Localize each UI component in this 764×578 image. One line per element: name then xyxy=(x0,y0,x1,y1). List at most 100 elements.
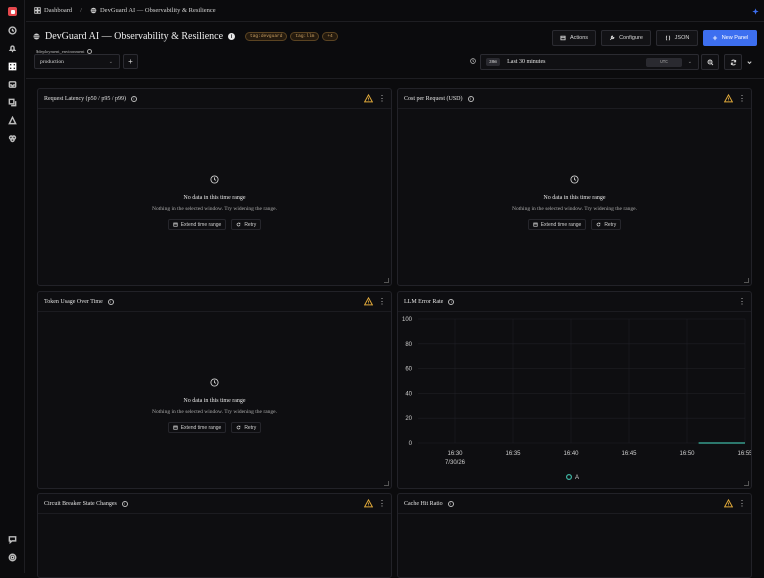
empty-state-subtitle: Nothing in the selected window. Try wide… xyxy=(512,206,637,212)
panel-menu-icon[interactable]: ⋮ xyxy=(738,94,746,103)
warning-icon[interactable] xyxy=(364,499,373,508)
page-title: DevGuard AI — Observability & Resilience xyxy=(45,31,224,42)
panel-title: Circuit Breaker State Changes xyxy=(44,500,117,507)
warning-icon[interactable] xyxy=(724,499,733,508)
retry-label: Retry xyxy=(604,221,617,228)
plus-icon xyxy=(712,35,717,41)
zoom-out-button[interactable] xyxy=(701,54,719,70)
panel-menu-icon[interactable]: ⋮ xyxy=(378,94,386,103)
sidebar xyxy=(0,0,25,573)
resize-handle[interactable] xyxy=(744,278,749,283)
chevron-down-icon: ⌄ xyxy=(687,60,692,65)
retry-button[interactable]: Retry xyxy=(231,219,262,230)
breadcrumb-current: DevGuard AI — Observability & Resilience xyxy=(99,7,216,14)
braces-icon xyxy=(665,35,670,41)
info-icon[interactable]: i xyxy=(447,500,454,507)
add-variable-button[interactable]: + xyxy=(123,54,138,69)
info-icon[interactable]: i xyxy=(107,298,114,305)
y-tick-label: 80 xyxy=(405,342,412,348)
globe-icon xyxy=(90,7,97,14)
extend-time-range-button[interactable]: Extend time range xyxy=(167,219,227,230)
panel-cost-per-request: Cost per Request (USD) i ⋮ No data in th… xyxy=(397,88,752,286)
info-icon[interactable]: i xyxy=(467,95,474,102)
explore-icon[interactable] xyxy=(8,98,17,107)
resize-handle[interactable] xyxy=(384,278,389,283)
integrations-icon[interactable] xyxy=(8,134,17,143)
extend-time-range-label: Extend time range xyxy=(540,221,582,228)
breadcrumb-separator: / xyxy=(80,7,82,14)
retry-button[interactable]: Retry xyxy=(591,219,622,230)
warning-icon[interactable] xyxy=(724,94,733,103)
breadcrumb-dashboard-link[interactable]: Dashboard xyxy=(44,7,72,14)
resize-handle[interactable] xyxy=(384,481,389,486)
panel-menu-icon[interactable]: ⋮ xyxy=(378,499,386,508)
retry-button[interactable]: Retry xyxy=(231,422,262,433)
llm-error-rate-chart: 0 20 40 60 80 100 16:30 7/30/26 16:35 16:40 16:45 1… xyxy=(402,317,751,481)
time-range-picker[interactable]: 30m Last 30 minutes UTC ⌄ xyxy=(480,54,699,70)
legend-label: A xyxy=(575,475,579,481)
timezone-badge[interactable]: UTC xyxy=(646,58,682,67)
panel-llm-error-rate: LLM Error Rate i ⋮ 0 20 40 60 80 100 16:30 7/30… xyxy=(397,291,752,489)
info-icon[interactable]: i xyxy=(121,500,128,507)
panel-menu-icon[interactable]: ⋮ xyxy=(378,297,386,306)
chevron-down-icon xyxy=(746,60,752,64)
retry-label: Retry xyxy=(244,424,257,431)
info-icon[interactable]: i xyxy=(130,95,137,102)
configure-button[interactable]: Configure xyxy=(601,30,651,46)
extend-time-range-button[interactable]: Extend time range xyxy=(527,219,587,230)
y-tick-label: 20 xyxy=(405,416,412,422)
empty-state-subtitle: Nothing in the selected window. Try wide… xyxy=(152,409,277,415)
panel-header: Cost per Request (USD) i xyxy=(398,89,751,109)
time-range-label: Last 30 minutes xyxy=(507,59,546,65)
refresh-interval-dropdown[interactable] xyxy=(740,54,758,70)
retry-icon xyxy=(236,222,241,227)
inbox-icon[interactable] xyxy=(8,80,17,89)
clock-icon xyxy=(210,378,219,387)
new-panel-button-label: New Panel xyxy=(721,35,749,41)
info-icon[interactable]: i xyxy=(448,298,455,305)
home-icon[interactable] xyxy=(8,26,17,35)
panel-menu-icon[interactable]: ⋮ xyxy=(738,499,746,508)
actions-button[interactable]: Actions xyxy=(552,30,596,46)
tag-badge[interactable]: tag:devguard xyxy=(245,32,288,41)
globe-icon xyxy=(33,33,40,40)
extend-time-range-label: Extend time range xyxy=(180,424,222,431)
wrench-icon xyxy=(609,35,615,41)
resize-handle[interactable] xyxy=(744,481,749,486)
empty-state: No data in this time range Nothing in th… xyxy=(38,374,391,433)
dashboards-icon[interactable] xyxy=(8,62,17,71)
y-tick-label: 60 xyxy=(405,367,412,373)
panel-icon xyxy=(560,35,566,41)
panel-title: Request Latency (p50 / p95 / p99) xyxy=(44,95,126,102)
warning-icon[interactable] xyxy=(364,297,373,306)
panel-token-usage: Token Usage Over Time i ⋮ No data in thi… xyxy=(37,291,392,489)
info-icon[interactable]: i xyxy=(228,33,236,40)
json-button[interactable]: JSON xyxy=(656,30,698,46)
chat-icon[interactable] xyxy=(8,535,17,544)
panel-header: LLM Error Rate i xyxy=(398,292,751,312)
empty-state: No data in this time range Nothing in th… xyxy=(398,171,751,230)
warning-icon[interactable] xyxy=(364,94,373,103)
sparkle-icon[interactable] xyxy=(752,8,759,15)
time-range-chip: 30m xyxy=(486,58,501,66)
tag-more-badge[interactable]: +4 xyxy=(322,32,338,41)
bell-icon[interactable] xyxy=(8,44,17,53)
app-logo[interactable] xyxy=(8,7,17,16)
panel-header: Cache Hit Ratio i xyxy=(398,494,751,514)
panel-menu-icon[interactable]: ⋮ xyxy=(738,297,746,306)
dashboard-header: DevGuard AI — Observability & Resilience… xyxy=(26,23,764,79)
calendar-icon xyxy=(533,222,538,227)
tag-badge[interactable]: tag:llm xyxy=(290,32,320,41)
zoom-out-icon xyxy=(707,59,713,65)
environment-select[interactable]: production ⌄ xyxy=(34,54,120,69)
panel-cache-hit-ratio: Cache Hit Ratio i ⋮ xyxy=(397,493,752,578)
empty-state-title: No data in this time range xyxy=(543,195,606,201)
extend-time-range-button[interactable]: Extend time range xyxy=(167,422,227,433)
x-tick-label: 16:50 xyxy=(679,451,695,457)
breadcrumb: Dashboard / DevGuard AI — Observability … xyxy=(34,7,216,14)
grid-icon xyxy=(34,7,41,14)
x-tick-label: 16:30 xyxy=(447,451,463,457)
new-panel-button[interactable]: New Panel xyxy=(703,30,757,46)
alerts-icon[interactable] xyxy=(8,116,17,125)
settings-icon[interactable] xyxy=(8,553,17,562)
